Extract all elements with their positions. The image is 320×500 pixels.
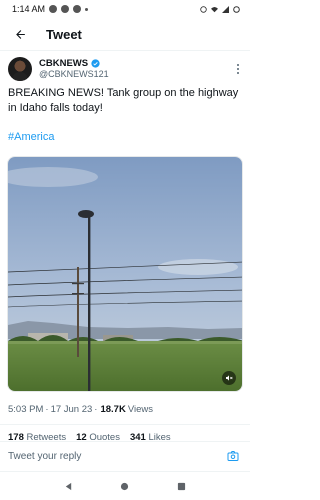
more-dot-icon	[237, 64, 239, 66]
verified-badge-icon	[91, 59, 100, 68]
author-handle[interactable]: @CBKNEWS121	[39, 69, 232, 80]
likes-stat[interactable]: 341 Likes	[130, 432, 171, 440]
more-notifications-icon	[85, 7, 89, 11]
reply-bar	[0, 442, 250, 470]
tweet-author: CBKNEWS @CBKNEWS121	[8, 56, 244, 82]
mute-button[interactable]	[222, 371, 236, 385]
quotes-count: 12	[76, 432, 87, 440]
page-title: Tweet	[46, 26, 82, 42]
header: Tweet	[0, 18, 250, 50]
more-options-button[interactable]	[232, 60, 244, 78]
status-bar: 1:14 AM	[0, 0, 250, 18]
avatar[interactable]	[8, 57, 32, 81]
likes-label: Likes	[148, 432, 171, 440]
more-dot-icon	[237, 68, 239, 70]
nav-back-button[interactable]	[61, 479, 75, 493]
notification-icon	[49, 5, 58, 13]
more-dot-icon	[237, 72, 239, 74]
tweet-date: 17 Jun 23	[50, 404, 93, 415]
tiktok-icon	[73, 5, 82, 13]
system-nav-bar	[0, 472, 250, 500]
signal-icon	[222, 5, 229, 13]
messenger-icon	[61, 5, 70, 13]
quotes-label: Quotes	[89, 432, 120, 440]
meta-separator: ·	[45, 404, 49, 415]
reply-input[interactable]	[8, 450, 188, 462]
hashtag-link[interactable]: #America	[8, 131, 54, 143]
status-left: 1:14 AM	[12, 4, 89, 14]
tweet-stats: 178 Retweets 12 Quotes 341 Likes	[8, 432, 244, 440]
video-frame-image	[8, 157, 242, 391]
arrow-left-icon	[15, 29, 25, 39]
square-recents-icon	[178, 482, 186, 490]
retweets-label: Retweets	[26, 432, 67, 440]
author-name-row: CBKNEWS	[39, 58, 232, 69]
retweets-stat[interactable]: 178 Retweets	[8, 432, 66, 440]
wifi-icon	[211, 6, 218, 12]
retweets-count: 178	[8, 432, 24, 440]
views-count: 18.7K	[100, 404, 126, 415]
author-name[interactable]: CBKNEWS	[39, 58, 88, 69]
tweet-text: BREAKING NEWS! Tank group on the highway…	[8, 87, 239, 114]
tweet-meta: 5:03 PM · 17 Jun 23 · 18.7K Views	[8, 404, 153, 415]
alarm-icon	[200, 5, 207, 13]
back-button[interactable]	[10, 24, 30, 44]
status-right	[200, 5, 240, 13]
camera-icon	[227, 451, 239, 461]
camera-button[interactable]	[226, 449, 240, 463]
tweet-video[interactable]	[7, 156, 243, 392]
status-time: 1:14 AM	[12, 4, 46, 14]
circle-home-icon	[121, 482, 129, 490]
likes-count: 341	[129, 432, 146, 440]
meta-divider	[0, 424, 250, 425]
quotes-stat[interactable]: 12 Quotes	[76, 432, 120, 440]
author-names: CBKNEWS @CBKNEWS121	[39, 58, 232, 80]
nav-home-button[interactable]	[118, 479, 132, 493]
battery-icon	[233, 5, 240, 13]
header-divider	[0, 50, 250, 51]
nav-recents-button[interactable]	[175, 479, 189, 493]
triangle-back-icon	[65, 482, 72, 490]
meta-separator: ·	[94, 404, 98, 415]
views-label: Views	[127, 404, 153, 415]
tweet-time: 5:03 PM	[8, 404, 44, 415]
volume-off-icon	[226, 375, 233, 381]
